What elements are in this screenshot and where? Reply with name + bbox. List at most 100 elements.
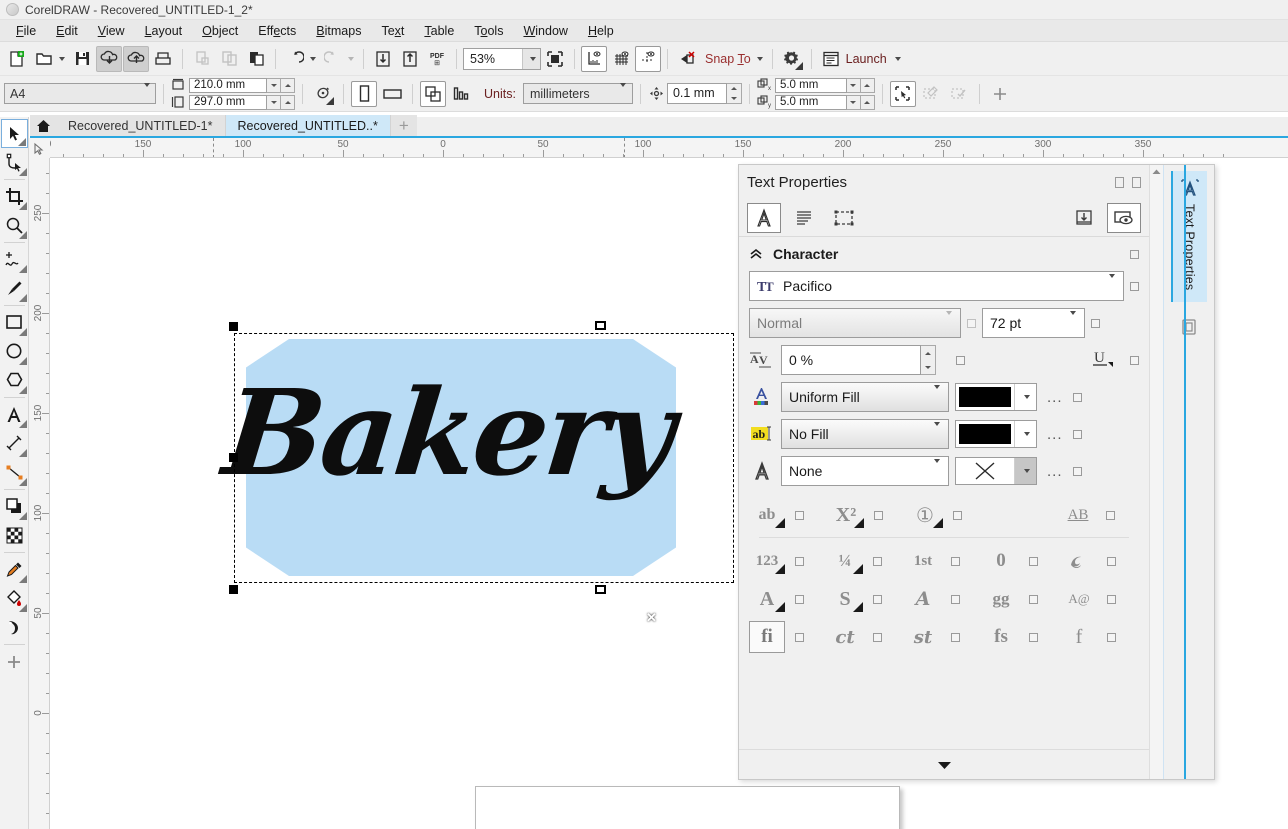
character-section-checkbox[interactable] [1130, 250, 1139, 259]
uppercase-checkbox[interactable] [795, 511, 804, 520]
tool-ellipse[interactable] [1, 337, 28, 366]
document-tab-1[interactable]: Recovered_UNTITLED..* [226, 115, 391, 136]
fractions-quarter-icon[interactable]: ¼ [827, 545, 863, 577]
tool-color-eyedropper[interactable] [1, 555, 28, 584]
selection-handle-bottom-left[interactable] [229, 585, 238, 594]
page-height-input[interactable]: 297.0 mm [189, 95, 267, 110]
nudge-spinner[interactable] [727, 83, 742, 104]
tool-freehand[interactable] [1, 245, 28, 274]
background-fill-color-chip[interactable] [959, 424, 1011, 444]
background-fill-color-dropdown-icon[interactable] [1014, 421, 1036, 447]
underline-checkbox[interactable] [1130, 356, 1139, 365]
document-tab-0[interactable]: Recovered_UNTITLED-1* [56, 115, 226, 136]
redo-button[interactable] [320, 46, 346, 72]
vertical-tab-text-properties[interactable]: Text Properties [1171, 171, 1207, 302]
menu-layout[interactable]: Layout [135, 21, 193, 41]
ordinals-1st-icon[interactable]: 1st [905, 545, 941, 577]
vertical-ruler[interactable]: 250200150100500 [29, 158, 50, 829]
contextual-ligatures-fs-icon[interactable]: fs [983, 621, 1019, 653]
fill-color-swatch[interactable] [955, 383, 1037, 411]
save-button[interactable] [69, 46, 95, 72]
paste-button[interactable] [243, 46, 269, 72]
ornaments-icon[interactable] [1061, 545, 1097, 577]
character-tab[interactable] [747, 203, 781, 233]
new-document-button[interactable] [4, 46, 30, 72]
font-family-checkbox[interactable] [1130, 282, 1139, 291]
duplicate-x-input[interactable]: 5.0 mm [775, 78, 847, 93]
snap-to-dropdown-icon[interactable] [757, 57, 763, 61]
swash-script-a-icon[interactable]: A [905, 583, 941, 615]
font-style-combo[interactable]: Normal [749, 308, 961, 338]
swash-checkbox[interactable] [951, 595, 960, 604]
font-family-combo[interactable]: TT Pacifico [749, 271, 1124, 301]
underline-button[interactable]: U [1090, 348, 1116, 373]
tool-drop-shadow[interactable] [1, 492, 28, 521]
publish-to-pdf-button[interactable]: PDF⊞ [424, 46, 450, 72]
export-button[interactable] [123, 46, 149, 72]
edit-bounding-box-button[interactable] [890, 81, 916, 107]
background-fill-type-combo[interactable]: No Fill [781, 419, 949, 449]
orientation-portrait-button[interactable] [351, 81, 377, 107]
snap-object-button-2[interactable] [946, 81, 972, 107]
ruler-origin-button[interactable] [29, 138, 50, 158]
range-kerning-input[interactable]: 0 % [781, 345, 921, 375]
docker-expand-more-button[interactable] [739, 749, 1149, 779]
contextual-ligatures-checkbox[interactable] [1029, 633, 1038, 642]
units-select[interactable]: millimeters [523, 83, 633, 104]
page-preset-dropdown-icon[interactable] [142, 87, 150, 101]
tool-text[interactable] [1, 400, 28, 429]
discretionary-ligatures-ct-icon[interactable]: ct [827, 621, 863, 653]
historical-ligatures-checkbox[interactable] [951, 633, 960, 642]
menu-effects[interactable]: Effects [248, 21, 306, 41]
snap-to-label[interactable]: Snap To [701, 52, 755, 66]
page-preset-select[interactable]: A4 [4, 83, 156, 104]
current-page-button[interactable] [448, 81, 474, 107]
selection-handle-middle-left[interactable] [229, 453, 238, 462]
menu-edit[interactable]: Edit [46, 21, 88, 41]
tool-zoom[interactable] [1, 211, 28, 240]
launch-icon[interactable] [818, 46, 844, 72]
save-to-style-button[interactable] [1067, 203, 1101, 233]
fill-type-combo[interactable]: Uniform Fill [781, 382, 949, 412]
ornaments-checkbox[interactable] [1107, 557, 1116, 566]
outline-none-chip[interactable] [959, 461, 1011, 481]
outline-color-dropdown-icon[interactable] [1014, 458, 1036, 484]
ordinals-checkbox[interactable] [951, 557, 960, 566]
position-checkbox[interactable] [874, 511, 883, 520]
tool-connector[interactable] [1, 458, 28, 487]
contextual-alternates-icon[interactable]: A@ [1061, 583, 1097, 615]
restore-icon[interactable] [1115, 177, 1124, 188]
close-icon[interactable] [1132, 177, 1141, 188]
fill-color-dropdown-icon[interactable] [1014, 384, 1036, 410]
cut-button[interactable] [189, 46, 215, 72]
stylistic-sets-checkbox[interactable] [873, 595, 882, 604]
tool-interactive-fill[interactable] [1, 584, 28, 613]
nudge-offset-input[interactable]: 0.1 mm [667, 83, 727, 104]
page-orientation-auto-button[interactable] [310, 81, 336, 107]
page-width-spin-down[interactable] [267, 78, 281, 93]
underline-ab-checkbox[interactable] [1106, 511, 1115, 520]
fill-type-dropdown-icon[interactable] [932, 389, 940, 405]
undo-dropdown-icon[interactable] [310, 57, 316, 61]
alternate-glyphs-checkbox[interactable] [1029, 595, 1038, 604]
undo-button[interactable] [282, 46, 308, 72]
zoom-dropdown-icon[interactable] [522, 49, 540, 69]
tool-artistic-media[interactable] [1, 274, 28, 303]
historical-ligatures-st-icon[interactable]: st [905, 621, 941, 653]
import-doc-button[interactable] [370, 46, 396, 72]
font-size-dropdown-icon[interactable] [1068, 315, 1076, 331]
standard-ligatures-checkbox[interactable] [795, 633, 804, 642]
tabular-ligatures-checkbox[interactable] [1107, 633, 1116, 642]
orientation-landscape-button[interactable] [379, 81, 405, 107]
standard-ligatures-fi-icon[interactable]: fi [749, 621, 785, 653]
menu-file[interactable]: File [6, 21, 46, 41]
menu-object[interactable]: Object [192, 21, 248, 41]
font-style-dropdown-icon[interactable] [944, 315, 952, 331]
zoom-level-combo[interactable]: 53% [463, 48, 541, 70]
fill-more-button[interactable]: ... [1043, 389, 1067, 406]
font-style-checkbox[interactable] [967, 319, 976, 328]
tool-crop[interactable] [1, 182, 28, 211]
units-dropdown-icon[interactable] [620, 83, 626, 101]
print-button[interactable] [150, 46, 176, 72]
font-family-dropdown-icon[interactable] [1107, 278, 1115, 294]
